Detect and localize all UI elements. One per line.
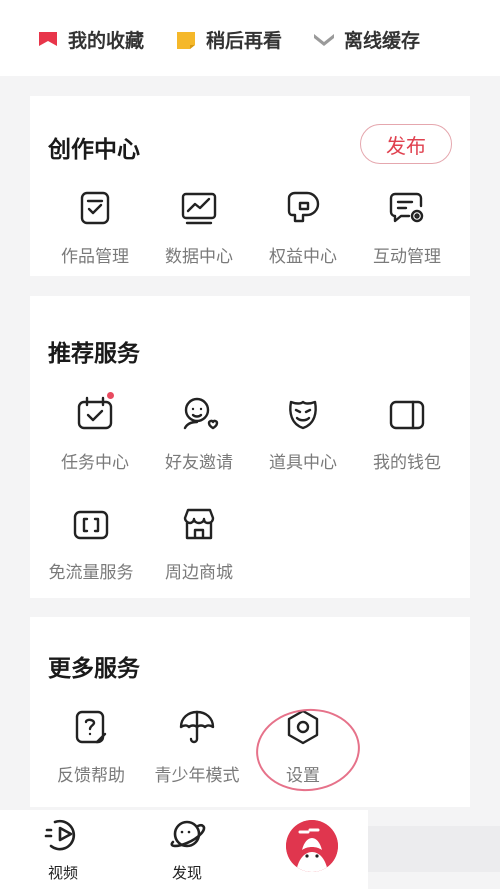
- benefits-icon: [283, 188, 323, 228]
- quick-link-watch-later[interactable]: 稍后再看: [174, 26, 282, 53]
- grid-item-interaction-manage[interactable]: 互动管理: [354, 188, 460, 267]
- interaction-settings-icon: [387, 188, 427, 228]
- grid-item-label: 任务中心: [61, 453, 129, 473]
- discover-planet-icon: [170, 820, 206, 848]
- grid-item-benefits-center[interactable]: 权益中心: [250, 188, 356, 267]
- teen-mode-umbrella-icon: [177, 707, 217, 747]
- grid-item-label: 周边商城: [165, 563, 233, 583]
- data-free-sim-icon: [71, 504, 111, 544]
- avatar[interactable]: [286, 820, 338, 872]
- props-mask-icon: [283, 394, 323, 434]
- quick-link-label: 离线缓存: [344, 30, 421, 52]
- grid-item-label: 道具中心: [269, 453, 337, 473]
- bookmark-icon: [36, 28, 60, 52]
- creation-center-card: 创作中心 发布 作品管理 数据中心 权益中心 互动管理: [30, 96, 470, 276]
- grid-item-label: 数据中心: [165, 247, 233, 267]
- grid-item-label: 好友邀请: [165, 453, 233, 473]
- works-manage-icon: [75, 188, 115, 228]
- grid-item-label: 反馈帮助: [57, 766, 125, 786]
- grid-item-props-center[interactable]: 道具中心: [250, 394, 356, 473]
- grid-item-label: 互动管理: [373, 247, 441, 267]
- offline-download-icon: [312, 28, 336, 52]
- grid-item-teen-mode[interactable]: 青少年模式: [144, 707, 250, 786]
- grid-item-my-wallet[interactable]: 我的钱包: [354, 394, 460, 473]
- data-chart-icon: [179, 188, 219, 228]
- creation-center-title: 创作中心: [48, 137, 140, 163]
- video-play-icon: [44, 819, 76, 851]
- tab-label: 发现: [171, 864, 202, 882]
- quick-link-label: 稍后再看: [206, 30, 283, 52]
- store-icon: [179, 504, 219, 544]
- tab-discover[interactable]: 发现: [142, 814, 232, 883]
- tab-video[interactable]: 视频: [18, 814, 108, 883]
- task-calendar-icon: [75, 392, 115, 434]
- quick-link-offline-cache[interactable]: 离线缓存: [312, 26, 420, 53]
- grid-item-label: 免流量服务: [48, 563, 134, 583]
- more-services-card: 更多服务 反馈帮助 青少年模式 设置: [30, 617, 470, 807]
- grid-item-invite-friends[interactable]: 好友邀请: [146, 394, 252, 473]
- grid-item-feedback-help[interactable]: 反馈帮助: [38, 707, 144, 786]
- grid-item-label: 我的钱包: [373, 453, 441, 473]
- recommended-services-title: 推荐服务: [48, 341, 140, 367]
- wallet-icon: [387, 394, 427, 434]
- grid-item-data-center[interactable]: 数据中心: [146, 188, 252, 267]
- quick-links-bar: 我的收藏 稍后再看 离线缓存: [0, 0, 500, 76]
- more-services-title: 更多服务: [48, 656, 140, 682]
- watch-later-icon: [174, 28, 198, 52]
- grid-item-label: 权益中心: [269, 247, 337, 267]
- quick-link-favorites[interactable]: 我的收藏: [36, 26, 144, 53]
- avatar-icon: [286, 820, 338, 872]
- quick-link-label: 我的收藏: [68, 30, 145, 52]
- grid-item-task-center[interactable]: 任务中心: [42, 392, 148, 473]
- grid-item-label: 作品管理: [61, 247, 129, 267]
- grid-item-data-free-service[interactable]: 免流量服务: [38, 504, 144, 583]
- grid-item-label: 青少年模式: [154, 766, 240, 786]
- tabbar-shaded-region: [368, 826, 500, 872]
- notification-dot: [107, 392, 114, 399]
- tab-label: 视频: [47, 864, 78, 882]
- grid-item-merch-store[interactable]: 周边商城: [146, 504, 252, 583]
- grid-item-works-manage[interactable]: 作品管理: [42, 188, 148, 267]
- recommended-services-card: 推荐服务 任务中心 好友邀请 道具中心 我的钱包 免流量服务 周边商城: [30, 296, 470, 598]
- invite-friend-icon: [179, 394, 219, 434]
- feedback-help-icon: [71, 707, 111, 747]
- publish-button[interactable]: 发布: [360, 124, 452, 164]
